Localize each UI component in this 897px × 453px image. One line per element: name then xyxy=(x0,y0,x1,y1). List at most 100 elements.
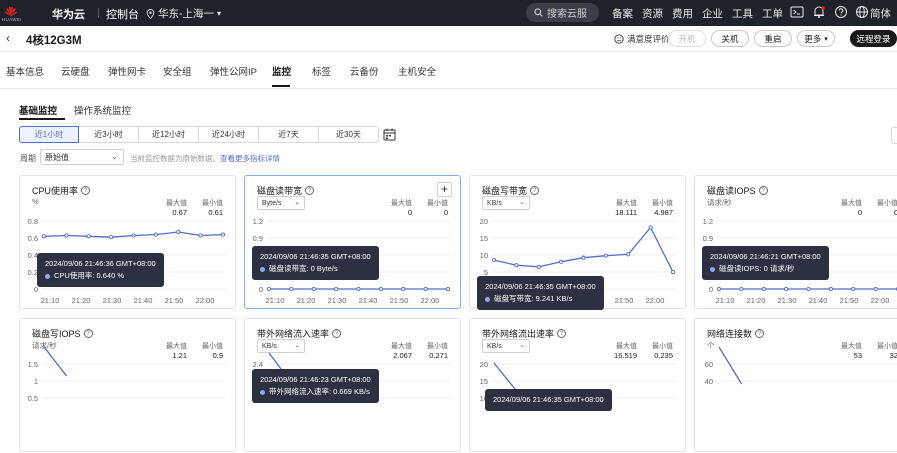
region-selector[interactable]: 华东-上海一 ▾ xyxy=(146,6,221,21)
metric-card-cpu-usage[interactable]: CPU使用率 ? % 最大值 最小值 0.67 0.61 0.8 0.6 0.4 0.… xyxy=(19,175,236,309)
help-icon[interactable] xyxy=(834,5,848,19)
data-point xyxy=(356,286,361,292)
terminal-icon[interactable] xyxy=(790,5,804,19)
x-tick-label: 22:00 xyxy=(646,296,665,305)
nav-tickets[interactable]: 工单 xyxy=(762,6,783,21)
x-tick-label: 21:50 xyxy=(840,296,859,305)
data-point xyxy=(536,264,541,269)
y-tick-label: 0.9 xyxy=(253,234,263,243)
range-24h[interactable]: 近24小时 xyxy=(198,126,259,143)
data-point xyxy=(289,286,294,292)
x-tick-label: 22:00 xyxy=(871,296,890,305)
x-tick-label: 21:20 xyxy=(747,296,766,305)
time-range-selector: 近1小时 近3小时 近12小时 近24小时 近7天 近30天 xyxy=(19,126,379,143)
restart-button[interactable]: 重启 xyxy=(754,30,792,47)
calendar-icon[interactable] xyxy=(382,127,397,142)
data-point xyxy=(873,286,878,292)
tab-monitoring[interactable]: 监控 xyxy=(272,64,291,78)
subtab-os-monitoring[interactable]: 操作系统监控 xyxy=(74,103,131,117)
data-point xyxy=(739,286,744,292)
nav-beian[interactable]: 备案 xyxy=(612,6,633,21)
chevron-down-icon: ▾ xyxy=(824,35,828,43)
tab-cloud-backup[interactable]: 云备份 xyxy=(350,64,379,78)
range-1h[interactable]: 近1小时 xyxy=(19,126,79,143)
shutdown-button[interactable]: 关机 xyxy=(711,30,749,47)
feedback-label: 满意度评价 xyxy=(627,34,670,44)
y-tick-label: 1.2 xyxy=(253,217,263,226)
y-tick-label: 15 xyxy=(480,234,488,243)
location-pin-icon xyxy=(146,8,155,19)
period-label: 周期 xyxy=(20,154,36,163)
feedback-link[interactable]: 满意度评价 xyxy=(614,33,670,45)
y-tick-label: 0 xyxy=(259,285,263,294)
metrics-detail-link[interactable]: 查看更多指标详情 xyxy=(220,154,280,163)
data-point xyxy=(109,235,114,240)
nav-resources[interactable]: 资源 xyxy=(642,6,663,21)
tab-tags[interactable]: 标签 xyxy=(312,64,331,78)
x-tick-label: 21:10 xyxy=(41,296,60,305)
tooltip-time: 2024/09/06 21:46:35 GMT+08:00 xyxy=(493,395,604,404)
console-link[interactable]: 控制台 xyxy=(106,6,139,22)
subtab-basic-monitoring[interactable]: 基础监控 xyxy=(19,103,57,117)
data-point xyxy=(41,234,47,239)
chart-area: 1.20.90.60.3021:1021:2021:3021:4021:5022… xyxy=(703,217,897,305)
metric-card-disk-read-bandwidth[interactable]: 磁盘读带宽 ? Byte/s⌄ 最大值 最小值 0 0 + 1.20.90.60… xyxy=(244,175,461,309)
more-dropdown[interactable]: 更多 ▾ xyxy=(797,30,835,47)
tab-cloud-disk[interactable]: 云硬盘 xyxy=(61,64,90,78)
globe-icon[interactable] xyxy=(855,5,869,19)
tab-eip[interactable]: 弹性公网IP xyxy=(210,64,257,78)
metric-card-disk-read-iops[interactable]: 磁盘读IOPS ? 请求/秒 最大值 最小值 0 0 1.20.90.60.30… xyxy=(694,175,897,309)
refresh-button[interactable] xyxy=(891,127,897,144)
metric-card-network-connections[interactable]: 网络连接数 ? 个 最大值 最小值 53 32 60 40 xyxy=(694,318,897,452)
y-tick-label: 0.5 xyxy=(28,394,38,403)
bell-icon[interactable] xyxy=(812,5,826,19)
range-30d[interactable]: 近30天 xyxy=(318,126,379,143)
series-dot-icon xyxy=(485,296,490,302)
series-dot-icon xyxy=(45,273,50,279)
y-tick-label: 1.2 xyxy=(703,217,713,226)
more-label: 更多 xyxy=(804,33,822,44)
language-selector[interactable]: 简体 xyxy=(870,6,891,21)
huawei-logo-icon[interactable] xyxy=(4,4,18,18)
metric-card-oob-network-out[interactable]: 带外网络流出速率 ? KB/s ⌄ 最大值 最小值 16.519 0.235 20… xyxy=(469,318,686,452)
chart-area: 1.5 1 0.5 xyxy=(28,346,225,403)
chevron-down-icon: ⌄ xyxy=(111,152,118,161)
tooltip-time: 2024/09/06 21:46:35 GMT+08:00 xyxy=(260,252,371,261)
detail-tabs: 基本信息 云硬盘 弹性网卡 安全组 弹性公网IP 监控 标签 云备份 主机安全 xyxy=(0,52,897,88)
x-tick-label: 21:30 xyxy=(328,296,347,305)
active-subtab-indicator xyxy=(19,118,65,120)
y-tick-label: 1 xyxy=(34,377,38,386)
chevron-down-icon: ▾ xyxy=(217,9,222,18)
chart-tooltip: 2024/09/06 21:46:35 GMT+08:00 磁盘读带宽: 0 By… xyxy=(252,246,379,280)
start-button[interactable]: 开机 xyxy=(668,30,706,47)
metric-card-disk-write-iops[interactable]: 磁盘写IOPS ? 请求/秒 最大值 最小值 1.21 0.9 1.5 1 0.5 xyxy=(19,318,236,452)
data-point xyxy=(266,286,272,292)
brand-name[interactable]: 华为云 xyxy=(52,6,85,22)
data-point xyxy=(311,286,316,292)
data-point xyxy=(491,258,497,263)
page-header: ‹ 4核12G3M 满意度评价 开机 关机 重启 更多 ▾ 远程登录 xyxy=(0,26,897,52)
data-point xyxy=(806,286,811,292)
tooltip-value: 带外网络流入速率: 0.669 KB/s xyxy=(260,386,371,398)
nav-enterprise[interactable]: 企业 xyxy=(702,6,723,21)
data-point xyxy=(648,225,653,230)
tooltip-value: CPU使用率: 0.640 % xyxy=(45,270,156,282)
tab-host-security[interactable]: 主机安全 xyxy=(398,64,436,78)
tab-elastic-nic[interactable]: 弹性网卡 xyxy=(108,64,146,78)
search-box[interactable]: 搜索云服 xyxy=(526,3,599,22)
range-7d[interactable]: 近7天 xyxy=(258,126,319,143)
period-select[interactable]: 原始值 ⌄ xyxy=(40,149,124,165)
metric-card-disk-write-bandwidth[interactable]: 磁盘写带宽 ? KB/s ⌄ 最大值 最小值 18.111 4.987 20 15 1… xyxy=(469,175,686,310)
tab-basic-info[interactable]: 基本信息 xyxy=(6,64,44,78)
chart-area: 1.20.90.60.3021:1021:2021:3021:4021:5022… xyxy=(253,217,451,305)
metric-card-oob-network-in[interactable]: 带外网络流入速率 ? KB/s ⌄ 最大值 最小值 2.067 0.271 2.4… xyxy=(244,318,461,452)
data-point xyxy=(784,286,789,292)
chevron-left-icon[interactable]: ‹ xyxy=(6,31,10,45)
nav-billing[interactable]: 费用 xyxy=(672,6,693,21)
nav-tools[interactable]: 工具 xyxy=(732,6,753,21)
range-12h[interactable]: 近12小时 xyxy=(138,126,199,143)
chart-area: 0.80.60.40.2021:10 21:20 21:30 21:40 21:50 22… xyxy=(28,217,226,305)
remote-login-button[interactable]: 远程登录 xyxy=(850,30,897,47)
range-3h[interactable]: 近3小时 xyxy=(78,126,139,143)
tab-security-group[interactable]: 安全组 xyxy=(163,64,192,78)
